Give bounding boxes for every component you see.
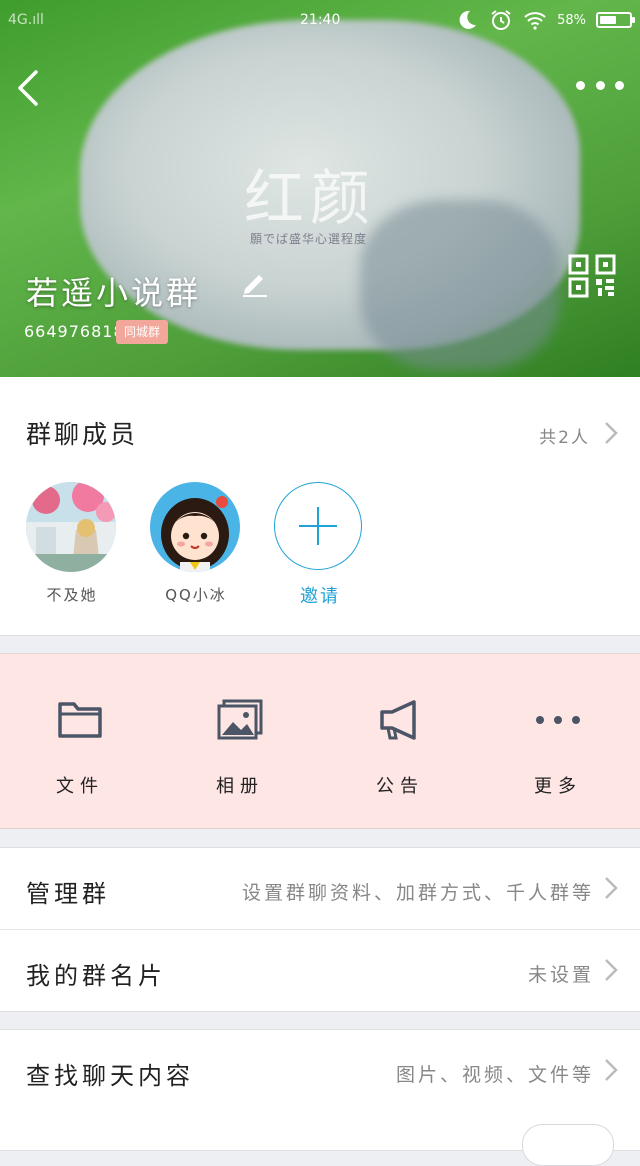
chevron-right-icon: [605, 877, 618, 899]
members-count: 共2人: [539, 428, 590, 448]
row-label: 管理群: [26, 880, 110, 908]
landscape-photo-avatar: [26, 482, 116, 572]
cover-watermark-subtitle: 願でば盛华心選程度: [250, 232, 368, 246]
search-chat-row[interactable]: 查找聊天内容 图片、视频、文件等: [0, 1030, 640, 1111]
tool-album[interactable]: 相册: [180, 698, 300, 798]
members-header[interactable]: 群聊成员 共2人: [0, 377, 640, 477]
more-options-button[interactable]: [576, 70, 624, 100]
chevron-right-icon: [605, 959, 618, 981]
members-section: 群聊成员 共2人 不及她 QQ小冰 邀请: [0, 377, 640, 636]
tool-label: 文件: [56, 776, 104, 797]
tool-files[interactable]: 文件: [20, 698, 140, 798]
album-icon: [217, 699, 263, 740]
row-value: 图片、视频、文件等: [395, 1064, 594, 1086]
row-value: 未设置: [527, 964, 594, 986]
edit-name-icon[interactable]: [240, 268, 270, 298]
row-label: 查找聊天内容: [26, 1062, 194, 1090]
invite-label: 邀请: [300, 586, 340, 607]
group-cover-banner[interactable]: 红颜 願でば盛华心選程度 4G.ıll 21:40 58% 若遥小说群 6649…: [0, 0, 640, 377]
back-button[interactable]: [12, 68, 48, 108]
group-name: 若遥小说群: [26, 274, 202, 312]
status-bar: 4G.ıll 21:40 58%: [0, 0, 640, 42]
member-item[interactable]: 不及她: [26, 482, 118, 605]
moon-icon: [459, 10, 477, 29]
group-tools-bar: 文件 相册 公告 更多: [0, 653, 640, 829]
tool-label: 公告: [376, 776, 424, 797]
manage-group-row[interactable]: 管理群 设置群聊资料、加群方式、千人群等: [0, 848, 640, 929]
signal-indicator: 4G.ıll: [8, 12, 44, 28]
row-value: 设置群聊资料、加群方式、千人群等: [241, 882, 594, 904]
group-id: 664976818: [24, 322, 125, 341]
dot-icon: [576, 80, 585, 90]
member-name: QQ小冰: [165, 586, 227, 604]
chevron-right-icon: [605, 1059, 618, 1081]
group-card-row[interactable]: 我的群名片 未设置: [0, 929, 640, 1011]
cover-watermark-title: 红颜: [244, 164, 376, 234]
invite-member-button[interactable]: 邀请: [274, 482, 366, 608]
member-name: 不及她: [46, 586, 98, 604]
group-settings-list: 管理群 设置群聊资料、加群方式、千人群等 我的群名片 未设置: [0, 847, 640, 1012]
add-icon: [274, 482, 362, 570]
wifi-icon: [524, 12, 546, 30]
tool-more[interactable]: 更多: [498, 698, 618, 798]
cartoon-girl-avatar: [150, 482, 240, 572]
members-title: 群聊成员: [26, 420, 139, 449]
city-group-badge: 同城群: [116, 320, 169, 344]
alarm-icon: [491, 10, 511, 30]
chevron-right-icon: [605, 422, 618, 444]
partial-toggle-switch[interactable]: [522, 1124, 614, 1166]
cover-image-shadow: [360, 200, 560, 370]
tool-label: 更多: [534, 776, 582, 797]
battery-percent: 58%: [557, 12, 586, 28]
dot-icon: [595, 80, 605, 90]
row-label: 我的群名片: [26, 962, 166, 990]
more-dots-icon: [536, 716, 580, 724]
member-item[interactable]: QQ小冰: [150, 482, 242, 605]
folder-icon: [58, 702, 102, 738]
qr-code-icon[interactable]: [568, 254, 618, 298]
status-time: 21:40: [300, 12, 341, 28]
battery-icon: [596, 12, 635, 28]
tool-announcement[interactable]: 公告: [340, 698, 460, 798]
dot-icon: [615, 80, 624, 90]
tool-label: 相册: [216, 776, 264, 797]
megaphone-icon: [380, 700, 416, 740]
